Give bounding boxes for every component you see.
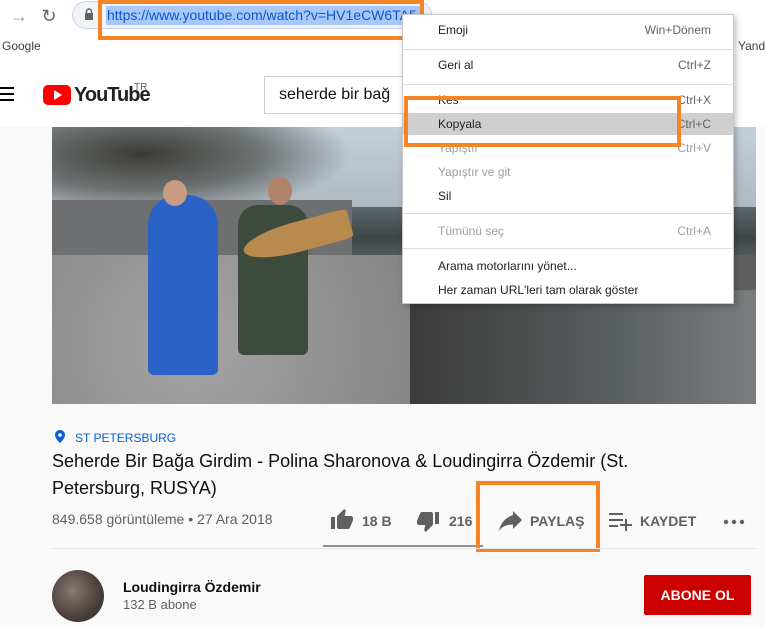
menu-item-label: Tümünü seç — [438, 224, 505, 238]
dislike-count[interactable]: 216 — [449, 513, 472, 529]
copy-annotation-box — [404, 96, 681, 147]
context-menu: Emoji Win+Dönem Geri al Ctrl+Z Kes Ctrl+… — [402, 14, 734, 304]
location-link[interactable]: ST PETERSBURG — [75, 431, 176, 445]
menu-item-select-all[interactable]: Tümünü seç Ctrl+A — [403, 220, 733, 242]
menu-item-label: Sil — [438, 189, 452, 203]
menu-item-shortcut: Ctrl+X — [677, 93, 711, 107]
menu-item-delete[interactable]: Sil — [403, 185, 733, 207]
view-count-date: 849.658 görüntüleme • 27 Ara 2018 — [52, 511, 273, 527]
menu-icon[interactable] — [0, 87, 14, 101]
menu-item-shortcut: Ctrl+A — [677, 224, 711, 238]
playlist-add-icon[interactable] — [608, 510, 634, 532]
menu-separator — [403, 248, 733, 249]
region-code: TR — [134, 82, 148, 93]
video-frame-person — [148, 195, 218, 375]
video-title: Seherde Bir Bağa Girdim - Polina Sharono… — [52, 451, 629, 498]
location-pin-icon — [55, 430, 65, 443]
menu-item-shortcut: Win+Dönem — [644, 23, 711, 37]
video-frame-person-head — [163, 180, 187, 206]
menu-item-shortcut: Ctrl+Z — [678, 58, 711, 72]
menu-item-show-full-urls[interactable]: Her zaman URL'leri tam olarak göster — [403, 279, 733, 301]
video-frame-musician-head — [268, 177, 292, 205]
menu-item-manage-search-engines[interactable]: Arama motorlarını yönet... — [403, 255, 733, 277]
menu-item-label: Emoji — [438, 23, 469, 37]
save-button[interactable]: KAYDET — [640, 513, 696, 529]
menu-item-label: Her zaman URL'leri tam olarak göster — [438, 283, 639, 297]
channel-name[interactable]: Loudingirra Özdemir — [123, 579, 261, 595]
menu-item-shortcut: Ctrl+V — [677, 141, 711, 155]
bookmark-yandex[interactable]: Yand — [738, 39, 765, 53]
menu-item-undo[interactable]: Geri al Ctrl+Z — [403, 54, 733, 76]
menu-item-emoji[interactable]: Emoji Win+Dönem — [403, 19, 733, 41]
bookmark-google[interactable]: Google — [2, 39, 41, 53]
reload-icon[interactable]: ↻ — [38, 5, 60, 27]
menu-item-paste-and-go[interactable]: Yapıştır ve git — [403, 161, 733, 183]
subscribe-button[interactable]: ABONE OL — [644, 575, 751, 615]
share-annotation-box — [476, 481, 600, 552]
menu-item-label: Geri al — [438, 58, 474, 72]
more-options-icon[interactable] — [722, 518, 746, 526]
menu-item-label: Arama motorlarını yönet... — [438, 259, 577, 273]
menu-item-label: Yapıştır ve git — [438, 165, 511, 179]
thumbs-down-icon[interactable] — [416, 509, 440, 533]
divider — [52, 548, 756, 549]
like-ratio-bar — [323, 545, 483, 547]
menu-separator — [403, 84, 733, 85]
arrow-right-icon[interactable]: → — [8, 5, 30, 27]
youtube-logo-icon[interactable] — [43, 85, 71, 105]
thumbs-up-icon[interactable] — [330, 508, 354, 532]
search-query-text[interactable]: seherde bir bağ — [279, 86, 390, 104]
lock-icon — [85, 8, 93, 20]
menu-item-shortcut: Ctrl+C — [676, 117, 711, 131]
channel-avatar[interactable] — [52, 570, 104, 622]
like-count[interactable]: 18 B — [362, 513, 392, 529]
menu-separator — [403, 213, 733, 214]
url-annotation-box — [98, 0, 424, 40]
video-frame-crowd — [410, 290, 756, 404]
menu-separator — [403, 49, 733, 50]
subscriber-count: 132 B abone — [123, 597, 197, 612]
